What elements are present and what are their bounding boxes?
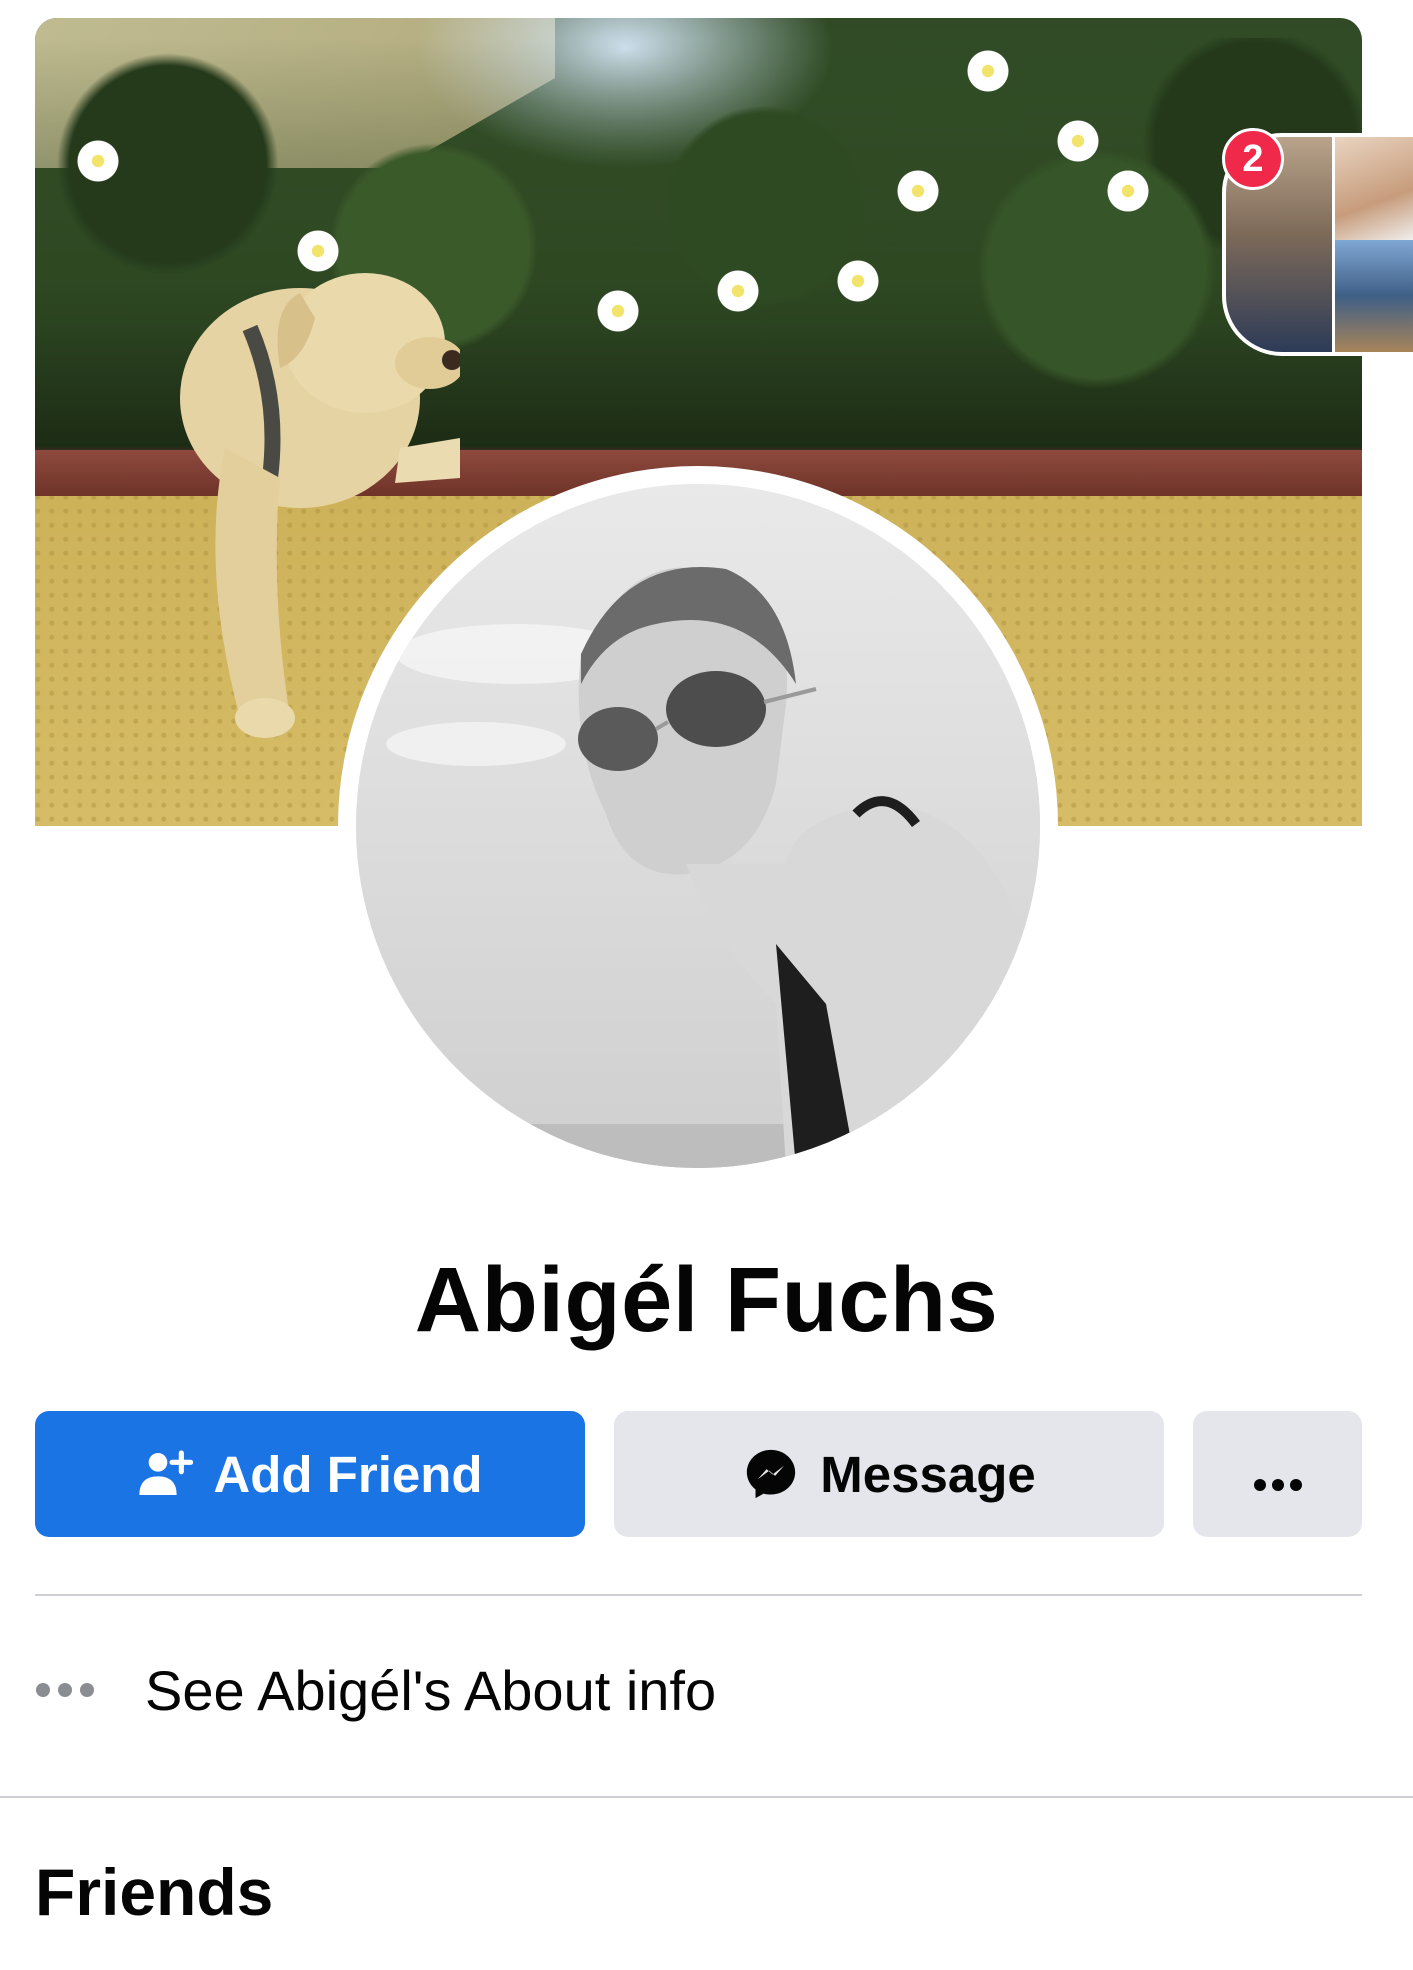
- friends-section-title: Friends: [35, 1855, 274, 1929]
- messenger-icon: [742, 1445, 800, 1503]
- story-thumbnail[interactable]: [1332, 133, 1413, 242]
- add-friend-icon: [137, 1446, 194, 1502]
- cover-flower: [1055, 118, 1101, 164]
- message-button[interactable]: Message: [614, 1411, 1164, 1537]
- more-options-button[interactable]: [1193, 1411, 1362, 1537]
- cover-flower: [895, 168, 941, 214]
- profile-photo-illustration: [356, 484, 1040, 1168]
- cover-flower: [715, 268, 761, 314]
- divider: [35, 1594, 1362, 1596]
- profile-photo[interactable]: [356, 484, 1040, 1168]
- message-label: Message: [820, 1445, 1036, 1503]
- section-divider: [0, 1796, 1413, 1798]
- profile-name: Abigél Fuchs: [414, 1249, 999, 1351]
- about-info-row[interactable]: See Abigél's About info: [35, 1640, 1362, 1740]
- cover-flower: [1105, 168, 1151, 214]
- more-dots-icon: [35, 1682, 145, 1698]
- story-thumbnail[interactable]: [1332, 240, 1413, 356]
- cover-flower: [595, 288, 641, 334]
- more-dots-icon: [1253, 1445, 1303, 1504]
- cover-flower: [965, 48, 1011, 94]
- add-friend-button[interactable]: Add Friend: [35, 1411, 585, 1537]
- cover-flower: [835, 258, 881, 304]
- cover-flower: [75, 138, 121, 184]
- about-info-label: See Abigél's About info: [145, 1658, 717, 1722]
- add-friend-label: Add Friend: [213, 1445, 483, 1503]
- story-count-badge: 2: [1222, 128, 1284, 190]
